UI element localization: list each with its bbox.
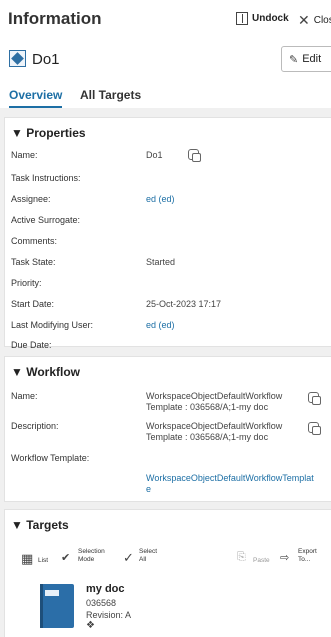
target-name: my doc: [86, 583, 125, 595]
paste-label: Paste: [253, 557, 270, 564]
workflow-template-label: Workflow Template:: [11, 453, 90, 463]
tab-overview[interactable]: Overview: [9, 88, 63, 108]
copy-icon[interactable]: [308, 392, 321, 405]
prop-value: 25-Oct-2023 17:17: [146, 299, 222, 309]
properties-section: ▼ Properties Name: Do1 Task Instructions…: [4, 117, 331, 350]
workflow-name-label: Name:: [11, 391, 38, 401]
workflow-desc-value-1: WorkspaceObjectDefaultWorkflow: [146, 421, 283, 431]
prop-label: Task State:: [11, 257, 56, 267]
target-id: 036568: [86, 598, 117, 608]
prop-label: Due Date:: [11, 340, 52, 350]
selection-mode-label-2: Mode: [78, 556, 95, 563]
workflow-title[interactable]: ▼ Workflow: [11, 365, 80, 379]
target-revision: Revision: A: [86, 610, 131, 620]
paste-icon: ⎘: [237, 551, 246, 563]
prop-label: Last Modifying User:: [11, 320, 94, 330]
prop-label: Assignee:: [11, 194, 51, 204]
workflow-template-link-1[interactable]: WorkspaceObjectDefaultWorkflowTemplat: [146, 473, 314, 484]
targets-title[interactable]: ▼ Targets: [11, 518, 69, 532]
tab-all-targets[interactable]: All Targets: [80, 88, 141, 102]
prop-label: Comments:: [11, 236, 58, 246]
panel-title: Information: [8, 9, 102, 28]
prop-label: Active Surrogate:: [11, 215, 81, 225]
targets-section: ▼ Targets ▦ List ✔ Selection Mode ✓ Sele…: [4, 509, 331, 637]
structure-icon: ❖: [86, 620, 95, 631]
undock-label: Undock: [252, 13, 289, 24]
export-label-1: Export: [298, 548, 317, 555]
assignee-link[interactable]: ed (ed): [146, 194, 175, 205]
prop-value: Do1: [146, 150, 163, 160]
workflow-section: ▼ Workflow Name: WorkspaceObjectDefaultW…: [4, 356, 331, 502]
select-all-label-2: All: [139, 556, 147, 563]
pencil-icon: ✎: [289, 53, 299, 66]
workflow-template-link-2[interactable]: e: [146, 484, 151, 495]
object-name: Do1: [32, 51, 60, 68]
undock-button[interactable]: Undock: [236, 12, 289, 25]
edit-label: Edit: [302, 53, 322, 65]
modifying-user-link[interactable]: ed (ed): [146, 320, 175, 331]
copy-icon[interactable]: [308, 422, 321, 435]
prop-value: Started: [146, 257, 176, 267]
close-icon: ✕: [298, 12, 310, 28]
prop-label: Priority:: [11, 278, 42, 288]
selection-mode-label-1: Selection: [78, 548, 105, 555]
revision-value: A: [125, 610, 132, 620]
checklist-icon: ✔: [61, 552, 71, 564]
document-icon: [40, 584, 74, 628]
revision-label: Revision:: [86, 610, 124, 620]
checkmark-icon: ✓: [123, 550, 134, 565]
workflow-desc-value-2: Template : 036568/A;1-my doc: [146, 432, 269, 442]
undock-icon: [236, 12, 248, 25]
copy-icon[interactable]: [188, 149, 201, 162]
close-button[interactable]: ✕ Close: [298, 12, 331, 29]
prop-label: Start Date:: [11, 299, 55, 309]
list-icon: ▦: [21, 551, 34, 566]
workflow-name-value-2: Template : 036568/A;1-my doc: [146, 402, 269, 412]
close-label: Close: [313, 15, 331, 26]
task-icon: [9, 50, 26, 67]
panel-header: Information Undock ✕ Close: [0, 0, 331, 40]
list-label: List: [38, 557, 49, 564]
select-all-label-1: Select: [139, 548, 158, 555]
export-icon: ⇨: [280, 552, 290, 564]
prop-label: Task Instructions:: [11, 173, 81, 183]
properties-title[interactable]: ▼ Properties: [11, 126, 86, 140]
export-label-2: To...: [298, 556, 311, 563]
edit-button[interactable]: ✎ Edit: [281, 46, 331, 72]
prop-label: Name:: [11, 150, 38, 160]
workflow-desc-label: Description:: [11, 421, 59, 431]
workflow-name-value-1: WorkspaceObjectDefaultWorkflow: [146, 391, 283, 401]
